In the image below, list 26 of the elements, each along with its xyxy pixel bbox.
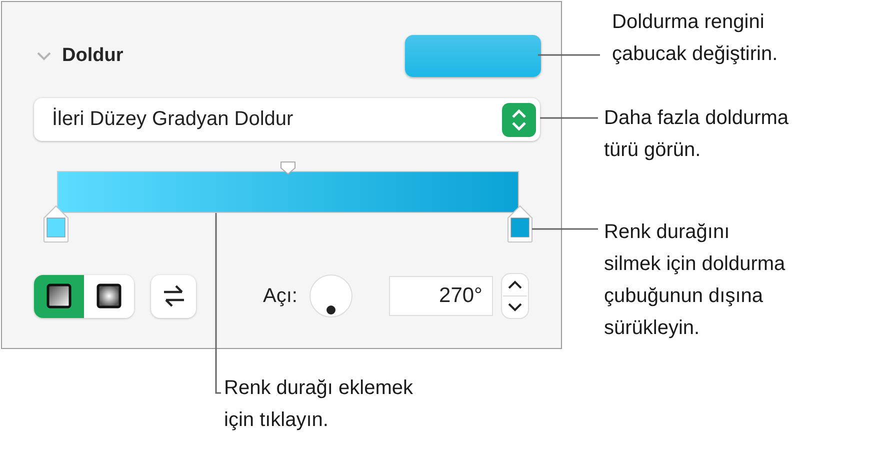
reverse-button[interactable]: [151, 274, 196, 318]
gradient-type-button[interactable]: [84, 274, 134, 318]
gradient-square-icon: [96, 283, 122, 309]
stepper-icon: [502, 102, 536, 136]
color-stop[interactable]: [43, 205, 69, 243]
fill-type-dropdown[interactable]: İleri Düzey Gradyan Doldur: [34, 98, 540, 141]
leader-line: [540, 117, 598, 119]
angle-knob[interactable]: [309, 274, 354, 318]
chevron-icon[interactable]: [36, 51, 52, 61]
angle-label: Açı:: [263, 284, 298, 308]
angle-field[interactable]: 270°: [389, 276, 494, 316]
leader-line: [538, 54, 600, 56]
midpoint-handle[interactable]: [280, 161, 296, 175]
section-title: Doldur: [62, 45, 124, 67]
gradient-bar[interactable]: [57, 171, 519, 213]
leader-line: [532, 228, 598, 230]
color-stop[interactable]: [507, 205, 533, 243]
callout-text: Doldurma rengini çabucak değiştirin.: [612, 10, 778, 67]
gradient-square-icon: [46, 283, 72, 309]
gradient-type-button[interactable]: [34, 274, 84, 318]
callout-text: Daha fazla doldurma türü görün.: [604, 106, 789, 163]
callout-text: Renk durağı eklemek için tıklayın.: [224, 376, 413, 433]
stepper-icon[interactable]: [501, 273, 530, 319]
swap-arrows-icon: [162, 285, 186, 307]
color-well[interactable]: [405, 35, 541, 77]
callout-text: Renk durağını silmek için doldurma çubuğunun dışına sürükleyin.: [604, 220, 786, 341]
